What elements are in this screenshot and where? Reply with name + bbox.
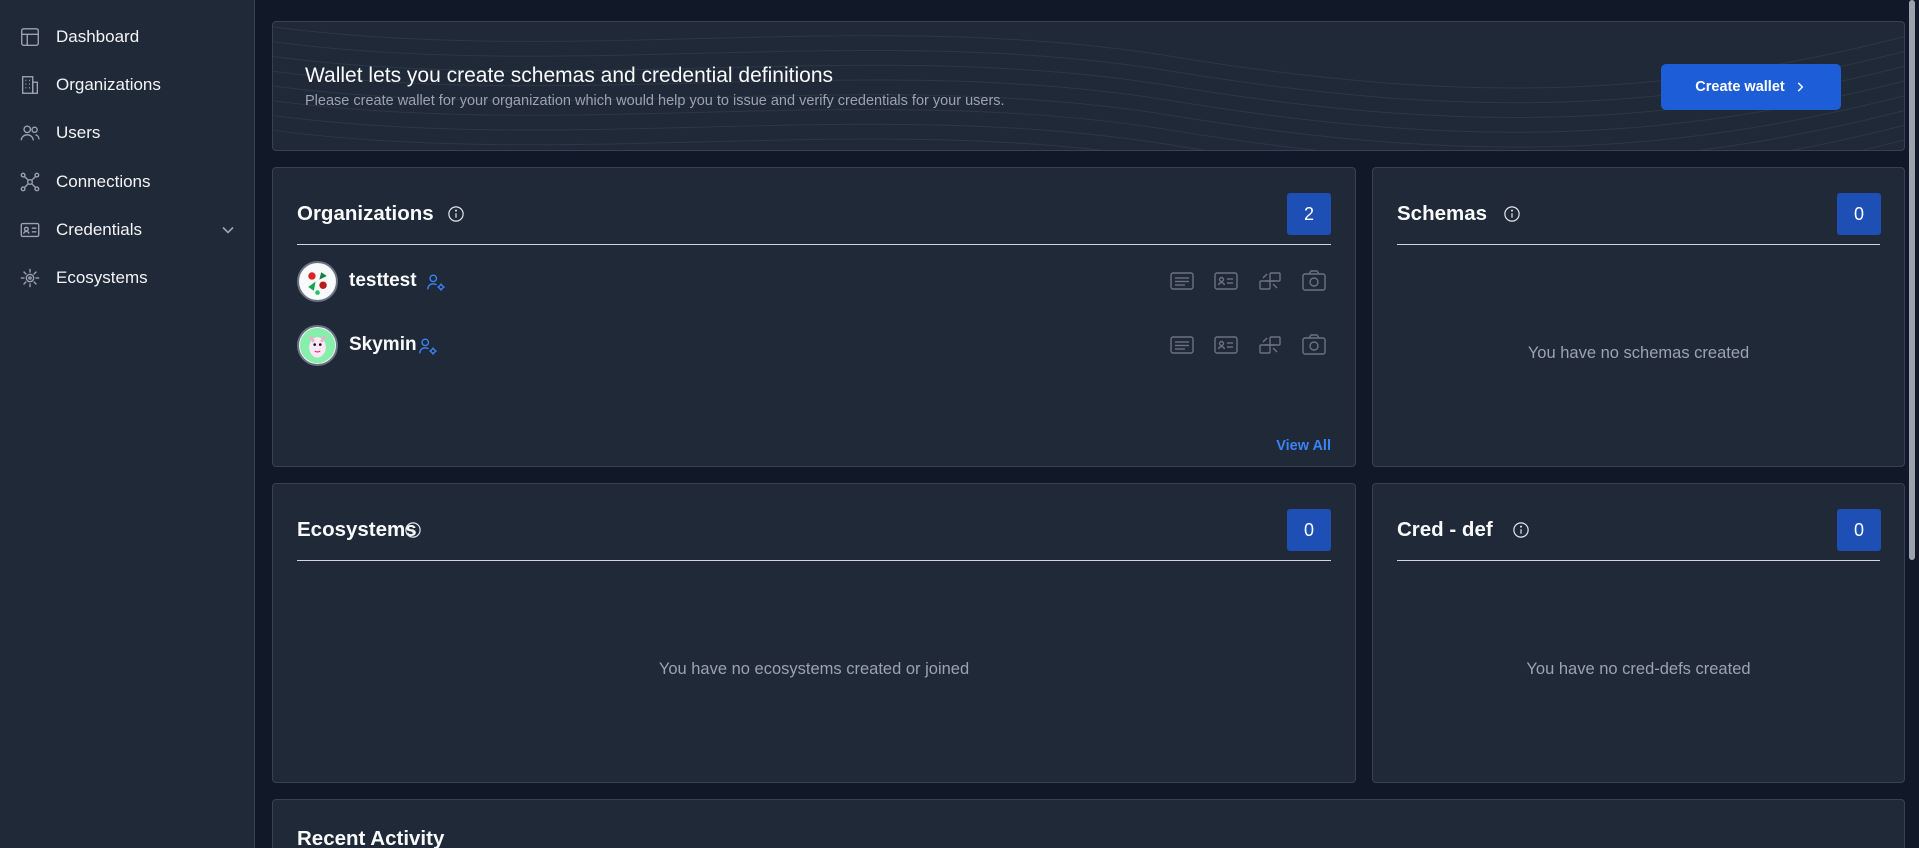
credentials-icon[interactable] bbox=[1213, 333, 1239, 357]
ecosystem-icon bbox=[18, 266, 42, 290]
sidebar-item-dashboard[interactable]: Dashboard bbox=[18, 21, 238, 53]
users-icon bbox=[18, 121, 42, 145]
id-card-icon bbox=[18, 218, 42, 242]
sidebar-item-connections[interactable]: Connections bbox=[18, 166, 238, 198]
recent-activity-card: Recent Activity bbox=[272, 799, 1905, 848]
ecosystems-card: Ecosystems 0 You have no ecosystems crea… bbox=[272, 483, 1356, 783]
divider bbox=[1397, 560, 1880, 561]
schemas-card: Schemas 0 You have no schemas created bbox=[1372, 167, 1905, 467]
sidebar-item-users[interactable]: Users bbox=[18, 117, 238, 149]
view-all-link[interactable]: View All bbox=[1276, 438, 1331, 454]
sidebar-item-ecosystems[interactable]: Ecosystems bbox=[18, 262, 238, 294]
ecosystems-title: Ecosystems bbox=[297, 518, 417, 541]
creddefs-card: Cred - def 0 You have no cred-defs creat… bbox=[1372, 483, 1905, 783]
creddefs-empty-message: You have no cred-defs created bbox=[1526, 660, 1751, 678]
sidebar-item-label: Dashboard bbox=[56, 27, 140, 46]
camera-icon[interactable] bbox=[1301, 333, 1327, 357]
organizations-count-badge: 2 bbox=[1287, 193, 1331, 235]
info-icon[interactable] bbox=[1503, 205, 1521, 223]
schemas-icon[interactable] bbox=[1169, 333, 1195, 357]
divider bbox=[297, 560, 1331, 561]
wallet-banner: Wallet lets you create schemas and crede… bbox=[272, 21, 1905, 151]
sidebar: Dashboard Organizations Users Connection… bbox=[0, 0, 255, 848]
connections-icon[interactable] bbox=[1257, 269, 1283, 293]
create-wallet-label: Create wallet bbox=[1695, 79, 1785, 95]
creddefs-title: Cred - def bbox=[1397, 518, 1493, 541]
scrollbar[interactable] bbox=[1909, 0, 1915, 560]
ecosystems-count-badge: 0 bbox=[1287, 509, 1331, 551]
organizations-card: Organizations 2 testtest Skymin View All bbox=[272, 167, 1356, 467]
sidebar-item-label: Credentials bbox=[56, 220, 142, 239]
recent-activity-title: Recent Activity bbox=[297, 827, 445, 848]
sidebar-item-label: Ecosystems bbox=[56, 268, 148, 287]
creddefs-count-badge: 0 bbox=[1837, 509, 1881, 551]
connections-icon bbox=[18, 170, 42, 194]
banner-subtitle: Please create wallet for your organizati… bbox=[305, 93, 1005, 109]
sidebar-item-label: Users bbox=[56, 123, 101, 142]
info-icon[interactable] bbox=[404, 521, 422, 539]
banner-title: Wallet lets you create schemas and crede… bbox=[305, 64, 833, 87]
user-settings-icon bbox=[425, 271, 447, 293]
organization-row[interactable]: Skymin bbox=[297, 325, 1331, 367]
sidebar-item-organizations[interactable]: Organizations bbox=[18, 69, 238, 101]
dashboard-icon bbox=[18, 25, 42, 49]
organization-name[interactable]: testtest bbox=[349, 270, 417, 292]
divider bbox=[297, 244, 1331, 245]
ecosystems-empty-message: You have no ecosystems created or joined bbox=[658, 660, 970, 678]
schemas-empty-message: You have no schemas created bbox=[1527, 344, 1750, 362]
avatar bbox=[297, 261, 338, 302]
organization-name[interactable]: Skymin bbox=[349, 334, 417, 356]
user-settings-icon bbox=[417, 335, 439, 357]
divider bbox=[1397, 244, 1880, 245]
building-icon bbox=[18, 73, 42, 97]
sidebar-item-label: Organizations bbox=[56, 75, 161, 94]
schemas-icon[interactable] bbox=[1169, 269, 1195, 293]
create-wallet-button[interactable]: Create wallet bbox=[1661, 64, 1841, 110]
info-icon[interactable] bbox=[1512, 521, 1530, 539]
sidebar-item-label: Connections bbox=[56, 172, 151, 191]
chevron-right-icon bbox=[1797, 82, 1804, 92]
avatar bbox=[297, 325, 338, 366]
info-icon[interactable] bbox=[447, 205, 465, 223]
schemas-count-badge: 0 bbox=[1837, 193, 1881, 235]
connections-icon[interactable] bbox=[1257, 333, 1283, 357]
camera-icon[interactable] bbox=[1301, 269, 1327, 293]
sidebar-item-credentials[interactable]: Credentials bbox=[18, 214, 238, 246]
credentials-icon[interactable] bbox=[1213, 269, 1239, 293]
chevron-down-icon[interactable] bbox=[218, 220, 238, 240]
schemas-title: Schemas bbox=[1397, 202, 1488, 225]
organization-row[interactable]: testtest bbox=[297, 261, 1331, 303]
organizations-title: Organizations bbox=[297, 202, 434, 225]
main-content: Wallet lets you create schemas and crede… bbox=[256, 0, 1919, 848]
